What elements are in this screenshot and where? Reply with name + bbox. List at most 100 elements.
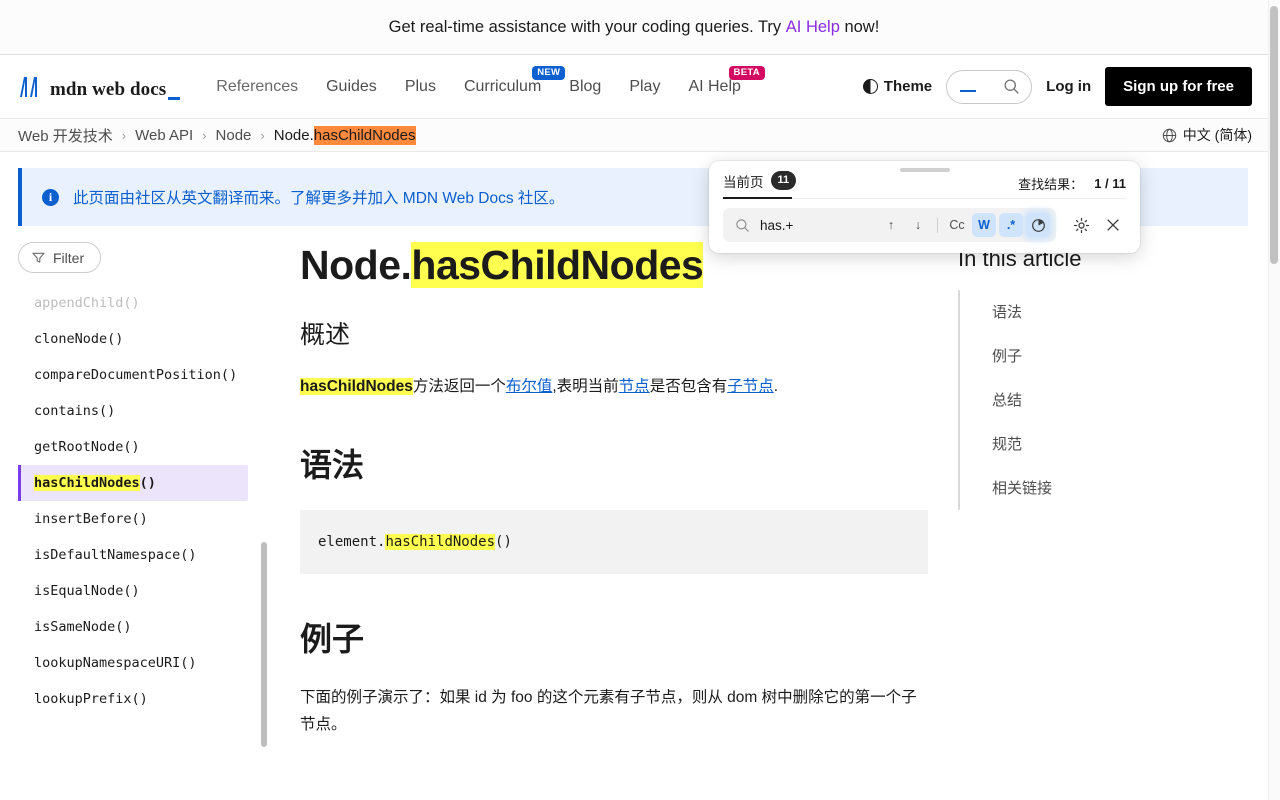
filter-button[interactable]: Filter	[18, 242, 102, 273]
sidebar-item-label: compareDocumentPosition()	[34, 367, 238, 383]
sidebar-item-comparedocumentposition[interactable]: compareDocumentPosition()	[18, 357, 268, 393]
promo-text-before: Get real-time assistance with your codin…	[388, 17, 786, 36]
login-button[interactable]: Log in	[1046, 78, 1091, 95]
sidebar-item-getrootnode[interactable]: getRootNode()	[18, 429, 268, 465]
whole-word-toggle[interactable]: W	[972, 213, 996, 237]
find-bar-tab-label: 当前页	[723, 174, 764, 190]
nav-label: Curriculum	[463, 77, 542, 95]
sidebar-item-haschildnodes[interactable]: hasChildNodes()	[18, 465, 248, 501]
find-bar-tab-current-page[interactable]: 当前页 11	[723, 171, 797, 197]
match-case-toggle[interactable]: Cc	[945, 213, 969, 237]
search-icon	[736, 218, 749, 232]
breadcrumb: Web 开发技术 › Web API › Node › Node.hasChil…	[18, 125, 416, 146]
examples-paragraph: 下面的例子演示了：如果 id 为 foo 的这个元素有子节点，则从 dom 树中…	[300, 689, 917, 734]
page-root: Get real-time assistance with your codin…	[0, 0, 1280, 800]
sidebar-item-issamenode[interactable]: isSameNode()	[18, 609, 268, 645]
close-icon	[1107, 219, 1119, 231]
page-title-find-match: hasChildNodes	[411, 242, 704, 288]
sidebar-item-isdefaultnamespace[interactable]: isDefaultNamespace()	[18, 537, 268, 573]
find-next-button[interactable]: ↓	[906, 213, 930, 237]
breadcrumb-item-0[interactable]: Web 开发技术	[18, 125, 113, 146]
sidebar-item-label: contains()	[34, 403, 116, 419]
syntax-code-block: element.hasChildNodes()	[300, 510, 928, 575]
toc-item-related[interactable]: 相关链接	[976, 466, 1228, 510]
overview-paragraph: hasChildNodes方法返回一个布尔值,表明当前节点是否包含有子节点.	[300, 373, 928, 400]
search-input[interactable]	[946, 69, 1033, 104]
mdn-logo-icon	[20, 76, 37, 97]
find-bar-actions	[1064, 212, 1126, 238]
main-nav: References Guides Plus Curriculum NEW Bl…	[202, 65, 863, 104]
nav-item-ai-help[interactable]: AI Help BETA	[674, 65, 765, 104]
breadcrumb-item-1[interactable]: Web API	[135, 127, 193, 144]
sidebar-item-label: isEqualNode()	[34, 583, 140, 599]
nav-item-curriculum[interactable]: Curriculum NEW	[450, 65, 566, 104]
search-caret	[960, 90, 977, 92]
page-scrollbar-thumb[interactable]	[1270, 6, 1278, 264]
code-find-match: hasChildNodes	[385, 534, 496, 551]
toc-list: 语法 例子 总结 规范 相关链接	[958, 290, 1228, 510]
toc-item-summary[interactable]: 总结	[976, 378, 1228, 422]
toc-item-spec[interactable]: 规范	[976, 422, 1228, 466]
overview-text-1: 方法返回一个	[412, 378, 506, 396]
sidebar-item-clonenode[interactable]: cloneNode()	[18, 321, 268, 357]
find-previous-button[interactable]: ↑	[879, 213, 903, 237]
link-childnode[interactable]: 子节点	[727, 378, 774, 395]
nav-item-blog[interactable]: Blog	[555, 70, 615, 104]
sidebar-item-appendchild[interactable]: appendChild()	[18, 285, 268, 321]
breadcrumb-current: Node.hasChildNodes	[274, 125, 416, 145]
nav-label: AI Help	[688, 77, 741, 95]
code-suffix: ()	[495, 534, 512, 551]
find-bar-tools: ↑ ↓ Cc W .*	[879, 213, 1050, 237]
sidebar-item-label: insertBefore()	[34, 511, 148, 527]
overview-term: hasChildNodes	[300, 378, 413, 396]
nav-item-plus[interactable]: Plus	[391, 70, 450, 104]
gear-icon	[1073, 217, 1089, 233]
sidebar-item-find-match: hasChildNodes	[34, 475, 140, 491]
nav-label: Plus	[404, 77, 436, 95]
breadcrumb-item-2[interactable]: Node	[216, 127, 252, 144]
section-heading-examples: 例子	[300, 621, 365, 658]
sidebar-item-lookupnamespaceuri[interactable]: lookupNamespaceURI()	[18, 645, 268, 681]
promo-ai-help-link[interactable]: AI Help	[786, 18, 840, 37]
nav-item-references[interactable]: References	[202, 70, 312, 104]
sidebar-item-contains[interactable]: contains()	[18, 393, 268, 429]
sidebar-item-insertbefore[interactable]: insertBefore()	[18, 501, 268, 537]
sidebar-item-label: getRootNode()	[34, 439, 140, 455]
sidebar-item-label: isDefaultNamespace()	[34, 547, 197, 563]
theme-toggle-button[interactable]: Theme	[862, 78, 932, 95]
sidebar-item-lookupprefix[interactable]: lookupPrefix()	[18, 681, 268, 717]
nav-label: References	[216, 77, 299, 95]
filter-label: Filter	[53, 249, 85, 266]
find-settings-button[interactable]	[1068, 212, 1094, 238]
sidebar-item-label: isSameNode()	[34, 619, 132, 635]
toc-item-examples[interactable]: 例子	[976, 334, 1228, 378]
language-switcher[interactable]: 中文 (简体)	[1162, 125, 1252, 145]
theme-contrast-icon	[862, 79, 878, 94]
page-scrollbar-track[interactable]	[1268, 0, 1280, 800]
site-header: mdn web docs References Guides Plus Curr…	[0, 55, 1268, 119]
nav-label: Play	[629, 77, 661, 95]
header-actions: Theme Log in Sign up for free	[862, 67, 1252, 106]
promo-text-after: now!	[839, 17, 880, 36]
find-close-button[interactable]	[1100, 212, 1126, 238]
link-boolean[interactable]: 布尔值	[506, 378, 553, 395]
signup-button[interactable]: Sign up for free	[1105, 67, 1252, 106]
tools-divider	[937, 217, 938, 233]
mdn-logo[interactable]: mdn web docs	[18, 75, 181, 100]
nav-label: Guides	[326, 77, 377, 95]
nav-item-play[interactable]: Play	[615, 70, 674, 104]
toc-item-syntax[interactable]: 语法	[976, 290, 1228, 334]
globe-icon	[1162, 128, 1176, 142]
sidebar-item-label: cloneNode()	[34, 331, 124, 347]
sidebar-item-label: lookupNamespaceURI()	[34, 655, 197, 671]
link-node[interactable]: 节点	[619, 378, 650, 395]
breadcrumb-find-match: hasChildNodes	[313, 125, 416, 145]
find-bar-input-wrapper[interactable]: has.+ ↑ ↓ Cc W .*	[723, 208, 1056, 242]
highlight-all-toggle[interactable]	[1026, 213, 1050, 237]
table-of-contents: In this article 语法 例子 总结 规范 相关链接	[958, 242, 1228, 762]
regex-toggle[interactable]: .*	[999, 213, 1023, 237]
find-bar: 当前页 11 查找结果： 1 / 11 has.+ ↑ ↓ Cc W .*	[709, 161, 1140, 253]
sidebar-item-isequalnode[interactable]: isEqualNode()	[18, 573, 268, 609]
nav-item-guides[interactable]: Guides	[312, 70, 391, 104]
sidebar-scrollbar[interactable]	[261, 542, 267, 747]
